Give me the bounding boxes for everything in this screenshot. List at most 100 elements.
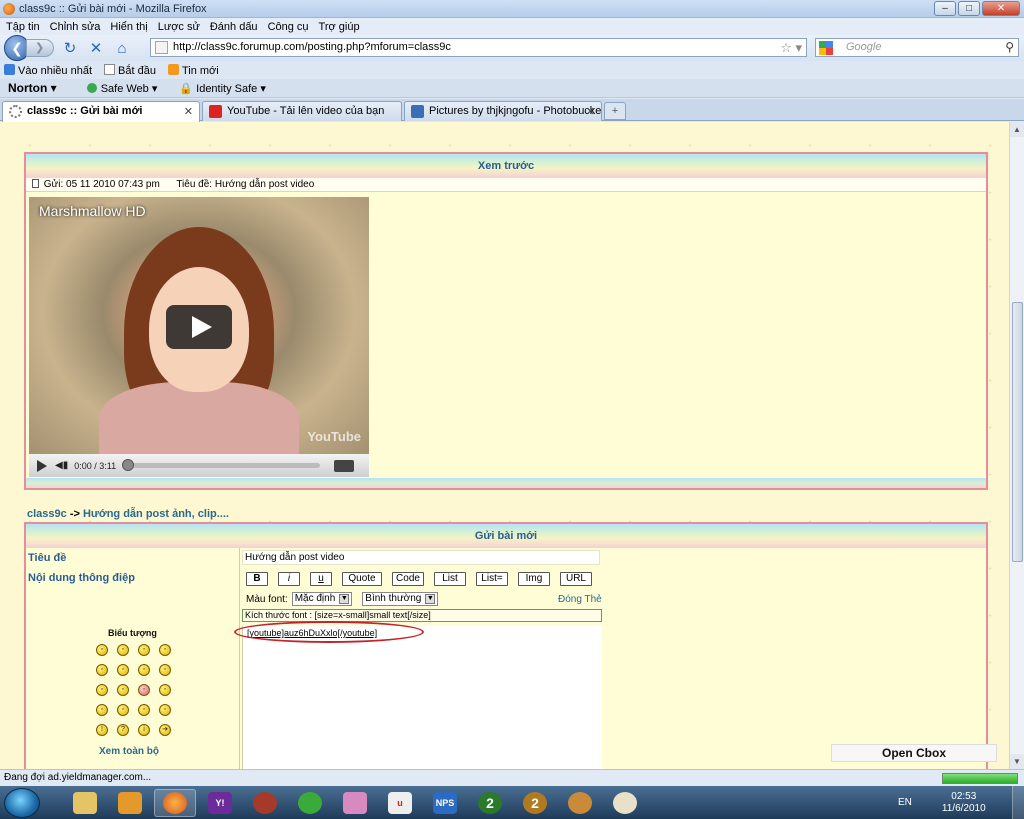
scroll-thumb[interactable] [1012,302,1023,562]
new-tab-button[interactable]: + [604,102,626,120]
view-all-emoticons-link[interactable]: Xem toàn bộ [99,746,159,757]
smiley-icon[interactable]: i [138,724,150,736]
smiley-icon[interactable]: ? [117,724,129,736]
close-tab-icon[interactable]: ✕ [586,105,595,118]
menu-file[interactable]: Tập tin [6,21,40,33]
smiley-icon[interactable]: ᵕ [159,644,171,656]
taskbar-explorer-icon[interactable] [64,789,106,817]
close-tags-link[interactable]: Đóng Thẻ [558,594,602,605]
menu-view[interactable]: Hiển thị [110,21,147,33]
font-color-select[interactable]: Mặc định ▼ [291,592,353,606]
ordered-list-button[interactable]: List= [476,572,508,586]
smiley-icon[interactable]: ᵕ [117,664,129,676]
forward-arrow-icon[interactable]: ❯ [26,39,54,57]
bookmark-latest-headlines[interactable]: Tin mới [167,63,219,77]
scroll-up-icon[interactable]: ▲ [1010,122,1024,137]
search-input[interactable]: Google ⚲ [815,38,1019,57]
bold-button[interactable]: B [246,572,268,586]
smiley-icon[interactable]: ᵕ [138,684,150,696]
breadcrumb-forum[interactable]: class9c [27,508,67,520]
menu-help[interactable]: Trợ giúp [319,21,360,33]
language-indicator[interactable]: EN [898,797,912,808]
taskbar-nps-icon[interactable]: NPS [424,789,466,817]
taskbar-game-icon[interactable] [559,789,601,817]
underline-button[interactable]: u [310,572,332,586]
smiley-icon[interactable]: ᵕ [159,684,171,696]
smiley-icon[interactable]: ᵕ [96,664,108,676]
stop-icon[interactable]: ✕ [86,39,106,57]
minimize-button[interactable]: – [934,1,956,16]
maximize-button[interactable]: □ [958,1,980,16]
taskbar-app-2-icon[interactable]: 2 [514,789,556,817]
vertical-scrollbar[interactable]: ▲ ▼ [1009,122,1024,769]
smiley-icon[interactable]: ᵕ [138,644,150,656]
bookmark-getting-started[interactable]: Bắt đầu [104,63,156,77]
start-button[interactable] [4,787,40,818]
url-input[interactable]: http://class9c.forumup.com/posting.php?m… [150,38,807,57]
font-size-select[interactable]: Bình thường ▼ [362,592,439,606]
taskbar-game-avatar-icon[interactable] [334,789,376,817]
close-button[interactable]: ✕ [982,1,1020,16]
smiley-icon[interactable]: ➔ [159,724,171,736]
reload-icon[interactable]: ↻ [60,39,80,57]
bookmark-most-visited[interactable]: Vào nhiều nhất [4,63,92,77]
volume-icon[interactable]: ◀▮ [55,460,68,471]
list-button[interactable]: List [434,572,466,586]
clock[interactable]: 02:53 11/6/2010 [942,791,986,815]
smiley-icon[interactable]: ᵕ [96,684,108,696]
smiley-icon[interactable]: ᵕ [159,704,171,716]
google-icon[interactable] [819,41,833,55]
taskbar-yahoo-messenger-icon[interactable]: Y! [199,789,241,817]
tab-class9c[interactable]: class9c :: Gửi bài mới ✕ [2,101,200,122]
identity-safe-button[interactable]: 🔒 Identity Safe ▾ [179,82,266,95]
smiley-icon[interactable]: ᵕ [117,704,129,716]
youtube-player[interactable]: Marshmallow HD YouTube ◀▮ 0:00 / 3:11 [29,197,369,477]
subject-input[interactable]: Hướng dẫn post video [242,550,600,565]
safe-web-button[interactable]: Safe Web ▾ [86,82,157,95]
menu-bookmarks[interactable]: Đánh dấu [210,21,258,33]
menu-tools[interactable]: Công cụ [268,21,309,33]
smiley-icon[interactable]: ᵕ [96,704,108,716]
smiley-icon[interactable]: ᵕ [117,644,129,656]
play-button[interactable] [37,459,47,472]
menu-edit[interactable]: Chỉnh sửa [50,21,101,33]
smiley-icon[interactable]: ᵕ [117,684,129,696]
message-textarea[interactable]: [youtube]auz6hDuXxlo[/youtube] [242,626,602,769]
seek-handle[interactable] [122,459,135,471]
close-tab-icon[interactable]: ✕ [184,105,193,118]
smiley-icon[interactable]: ᵕ [138,664,150,676]
video-seek-slider[interactable] [122,459,321,471]
star-icon[interactable]: ☆ ▾ [780,39,802,56]
open-cbox-button[interactable]: Open Cbox [831,744,997,762]
taskbar-media-player-icon[interactable] [109,789,151,817]
video-title[interactable]: Marshmallow HD [39,203,146,219]
scroll-down-icon[interactable]: ▼ [1010,754,1024,769]
taskbar-unikey-icon[interactable]: u [379,789,421,817]
tab-youtube[interactable]: YouTube - Tải lên video của bạn [202,101,402,121]
img-button[interactable]: Img [518,572,550,586]
smiley-icon[interactable]: ! [96,724,108,736]
url-button[interactable]: URL [560,572,592,586]
home-icon[interactable]: ⌂ [112,40,132,57]
youtube-watermark[interactable]: YouTube [307,429,361,444]
smiley-icon[interactable]: ᵕ [138,704,150,716]
norton-logo[interactable]: Norton ▾ [8,81,57,95]
play-icon[interactable] [166,305,232,349]
code-button[interactable]: Code [392,572,424,586]
taskbar-app-icon[interactable] [244,789,286,817]
taskbar-app-icon[interactable] [289,789,331,817]
tab-photobucket[interactable]: Pictures by thjkjngofu - Photobucket ✕ [404,101,602,121]
taskbar-firefox-icon[interactable] [154,788,196,817]
menu-history[interactable]: Lược sử [158,21,200,33]
show-desktop-button[interactable] [1012,786,1024,819]
smiley-icon[interactable]: ᵕ [96,644,108,656]
italic-button[interactable]: i [278,572,300,586]
expand-icon[interactable] [334,459,355,472]
search-icon[interactable]: ⚲ [1005,39,1014,56]
taskbar-app-2-icon[interactable]: 2 [469,789,511,817]
taskbar-paint-icon[interactable] [604,789,646,817]
font-color-label: Màu font: [246,593,288,605]
smiley-icon[interactable]: ᵕ [159,664,171,676]
breadcrumb-topic[interactable]: Hướng dẫn post ảnh, clip.... [83,508,229,520]
quote-button[interactable]: Quote [342,572,382,586]
